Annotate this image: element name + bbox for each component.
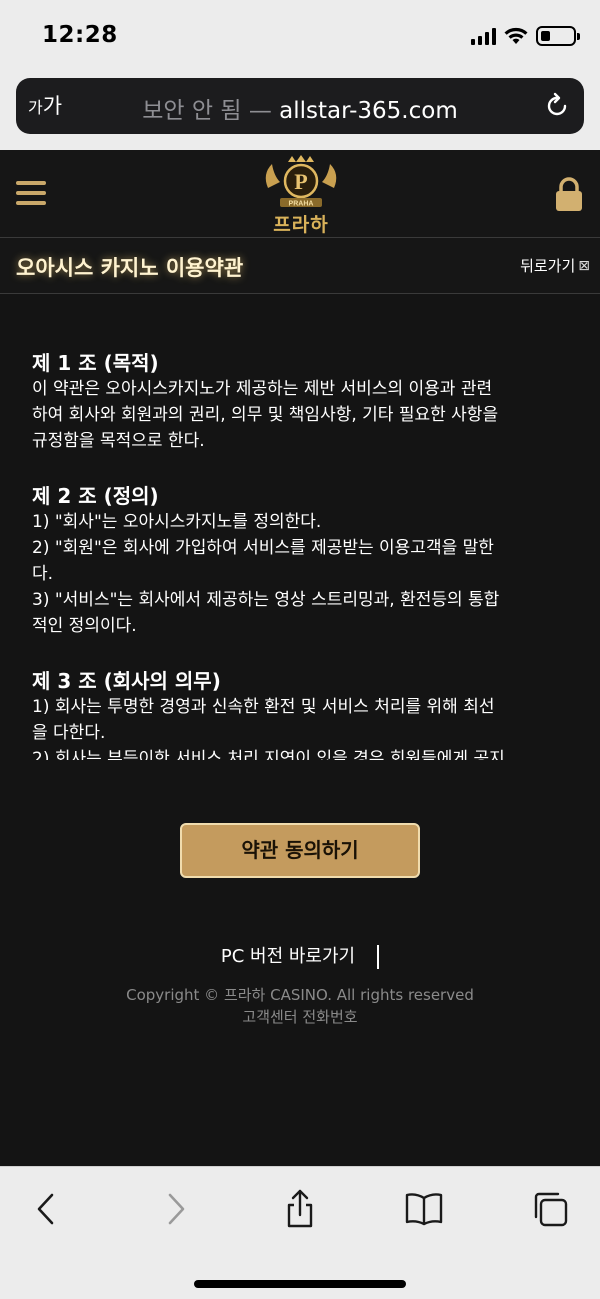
url-domain: allstar-365.com xyxy=(279,98,458,124)
article-heading: 제 3 조 (회사의 의무) xyxy=(32,669,221,693)
article-line: 이 약관은 오아시스카지노가 제공하는 제반 서비스의 이용과 관련 xyxy=(32,379,493,399)
page-title: 오아시스 카지노 이용약관 xyxy=(16,256,244,280)
url-display[interactable]: 보안 안 됨 — allstar-365.com xyxy=(16,91,584,125)
browser-top-chrome: 12:28 가가 보안 안 됨 — allstar-365.com xyxy=(0,0,600,150)
copyright: Copyright © 프라하 CASINO. All rights reser… xyxy=(126,986,474,1004)
url-security-label: 보안 안 됨 — xyxy=(142,98,280,124)
address-bar[interactable]: 가가 보안 안 됨 — allstar-365.com xyxy=(16,78,584,134)
logo[interactable]: P PRAHA 프라하 xyxy=(258,154,344,236)
hamburger-icon[interactable] xyxy=(16,181,46,205)
pc-version-link-row: PC 버전 바로가기 xyxy=(0,942,600,969)
battery-icon xyxy=(536,26,580,46)
logo-monogram: P xyxy=(294,169,307,194)
lock-icon[interactable] xyxy=(553,176,585,212)
article-line: 다. xyxy=(32,564,54,584)
back-link[interactable]: 뒤로가기 ⊠ xyxy=(520,255,590,276)
cellular-signal-icon xyxy=(471,27,496,45)
status-icons xyxy=(471,26,580,46)
browser-bottom-toolbar xyxy=(0,1166,600,1299)
crest-icon: P PRAHA xyxy=(265,155,337,208)
home-indicator xyxy=(194,1280,406,1288)
wifi-icon xyxy=(504,27,528,44)
tabs-icon[interactable] xyxy=(530,1189,570,1229)
article-heading: 제 1 조 (목적) xyxy=(32,351,159,375)
article-line: 2) "회원"은 회사에 가입하여 서비스를 제공받는 이용고객을 말한 xyxy=(32,538,494,558)
service-center: 고객센터 전화번호 xyxy=(242,1008,358,1026)
article-heading: 제 2 조 (정의) xyxy=(32,484,159,508)
article-line: 3) "서비스"는 회사에서 제공하는 영상 스트리밍과, 환전등의 통합 xyxy=(32,590,500,610)
chevron-right-icon[interactable] xyxy=(156,1189,196,1229)
article-line: 1) 회사는 투명한 경영과 신속한 환전 및 서비스 처리를 위해 최선 xyxy=(32,697,495,717)
book-icon[interactable] xyxy=(404,1189,444,1229)
share-icon[interactable] xyxy=(280,1189,320,1229)
agree-button[interactable]: 약관 동의하기 xyxy=(180,823,420,878)
title-bar: 오아시스 카지노 이용약관 뒤로가기 ⊠ xyxy=(0,238,600,294)
terms-article: 제 3 조 (회사의 의무) 1) 회사는 투명한 경영과 신속한 환전 및 서비… xyxy=(32,668,572,760)
terms-article: 제 2 조 (정의) 1) "회사"는 오아시스카지노를 정의한다. 2) "회원"… xyxy=(32,483,572,639)
logo-ribbon: PRAHA xyxy=(289,201,314,208)
close-box-icon: ⊠ xyxy=(578,257,590,274)
reload-icon[interactable] xyxy=(542,91,572,121)
article-line: 2) 회사는 부득이한 서비스 처리 지연이 있을 경우 회원들에게 공지 xyxy=(32,749,505,760)
status-time: 12:28 xyxy=(42,22,118,48)
chevron-left-icon[interactable] xyxy=(26,1189,66,1229)
logo-text: 프라하 xyxy=(273,214,329,236)
article-line: 1) "회사"는 오아시스카지노를 정의한다. xyxy=(32,512,322,532)
article-line: 을 다한다. xyxy=(32,723,106,743)
back-link-label: 뒤로가기 xyxy=(520,257,576,275)
article-line: 규정함을 목적으로 한다. xyxy=(32,431,205,451)
article-line: 하여 회사와 회원과의 권리, 의무 및 책임사항, 기타 필요한 사항을 xyxy=(32,405,499,425)
battery-level xyxy=(541,31,550,41)
divider xyxy=(377,945,380,969)
article-line: 적인 정의이다. xyxy=(32,616,137,636)
site-header: P PRAHA 프라하 xyxy=(0,150,600,238)
pc-version-link[interactable]: PC 버전 바로가기 xyxy=(221,946,355,967)
terms-content[interactable]: 제 1 조 (목적) 이 약관은 오아시스카지노가 제공하는 제반 서비스의 이용… xyxy=(32,350,572,760)
terms-article: 제 1 조 (목적) 이 약관은 오아시스카지노가 제공하는 제반 서비스의 이용… xyxy=(32,350,572,454)
